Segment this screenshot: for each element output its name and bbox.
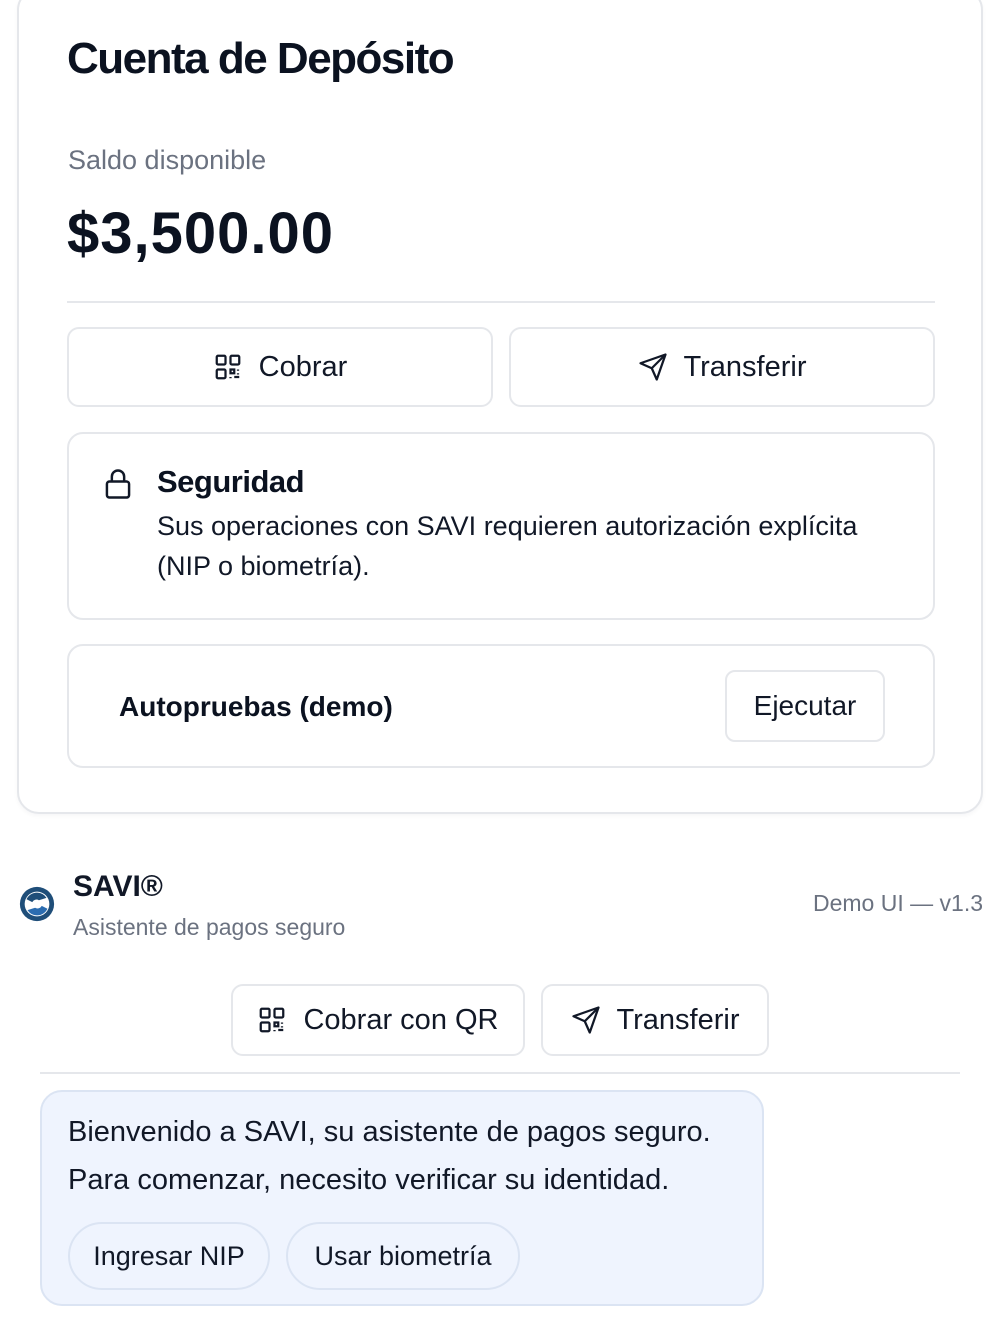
send-icon [571,1005,601,1035]
transferir-button[interactable]: Transferir [509,327,935,407]
account-card: Cuenta de Depósito Saldo disponible $3,5… [17,0,983,814]
balance-amount: $3,500.00 [67,201,335,266]
savi-logo-icon [18,884,56,924]
quick-transfer-label: Transferir [616,1003,740,1036]
message-line: Para comenzar, necesito verificar su ide… [68,1164,670,1196]
security-notice: Seguridad Sus operaciones con SAVI requi… [67,432,935,620]
lock-icon [103,468,133,500]
message-line: Bienvenido a SAVI, su asistente de pagos… [68,1116,711,1148]
assistant-name: SAVI® [73,870,163,903]
autotest-label: Autopruebas (demo) [119,691,393,722]
divider [40,1072,960,1074]
security-title: Seguridad [157,464,305,499]
security-text: Sus operaciones con SAVI requieren autor… [157,511,858,581]
send-icon [638,352,668,382]
enter-pin-button[interactable]: Ingresar NIP [68,1222,270,1290]
transferir-label: Transferir [683,350,807,383]
divider [67,301,935,303]
cobrar-qr-label: Cobrar con QR [303,1003,499,1036]
assistant-message: Bienvenido a SAVI, su asistente de pagos… [40,1090,764,1306]
version-label: Demo UI — v1.3 [813,890,983,916]
balance-label: Saldo disponible [68,145,267,175]
use-biometrics-button[interactable]: Usar biometría [286,1222,520,1290]
page-title: Cuenta de Depósito [67,34,455,83]
qr-code-icon [213,352,243,382]
assistant-subtitle: Asistente de pagos seguro [73,914,346,940]
autotest-panel: Autopruebas (demo) Ejecutar [67,644,935,768]
cobrar-button[interactable]: Cobrar [67,327,493,407]
qr-code-icon [257,1005,287,1035]
quick-transfer-button[interactable]: Transferir [541,984,769,1056]
cobrar-qr-button[interactable]: Cobrar con QR [231,984,525,1056]
run-autotest-button[interactable]: Ejecutar [725,670,885,742]
cobrar-label: Cobrar [258,350,348,383]
